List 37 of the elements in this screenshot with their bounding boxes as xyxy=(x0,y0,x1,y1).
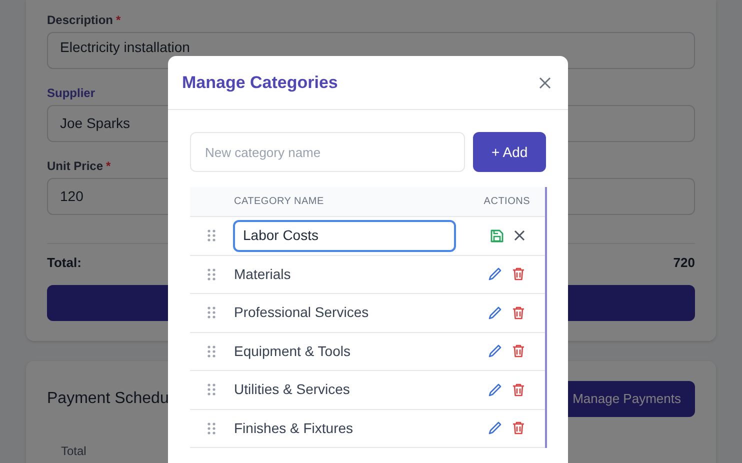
total-label: Total: xyxy=(47,254,82,272)
category-name-input[interactable]: New category name xyxy=(190,132,466,172)
field-label: Supplier xyxy=(47,85,96,101)
column-header: ACTIONS xyxy=(484,195,530,209)
drag-handle-icon[interactable] xyxy=(207,383,216,396)
trash-icon[interactable] xyxy=(512,306,525,320)
pencil-icon[interactable] xyxy=(488,421,502,436)
category-name: Utilities & Services xyxy=(233,380,351,400)
drag-handle-icon[interactable] xyxy=(207,268,216,281)
column-header: CATEGORY NAME xyxy=(234,195,325,209)
category-name: Professional Services xyxy=(233,303,370,322)
drag-handle-icon[interactable] xyxy=(207,422,216,435)
close-icon[interactable] xyxy=(538,76,552,90)
modal-title: Manage Categories xyxy=(182,72,338,94)
trash-icon[interactable] xyxy=(512,344,525,358)
drag-handle-icon[interactable] xyxy=(207,306,216,320)
save-icon[interactable] xyxy=(490,228,504,243)
trash-icon[interactable] xyxy=(512,382,525,397)
add-button[interactable]: + Add xyxy=(473,132,546,172)
pencil-icon[interactable] xyxy=(488,344,502,358)
category-name: Materials xyxy=(233,264,292,284)
total-value: 720 xyxy=(673,254,695,272)
pencil-icon[interactable] xyxy=(488,382,502,397)
category-name: Finishes & Fixtures xyxy=(233,418,354,438)
pencil-icon[interactable] xyxy=(488,267,502,282)
drag-handle-icon[interactable] xyxy=(207,229,216,242)
drag-handle-icon[interactable] xyxy=(207,344,216,358)
trash-icon[interactable] xyxy=(512,267,525,282)
field-label: Unit Price * xyxy=(47,158,112,174)
trash-icon[interactable] xyxy=(512,421,525,436)
close-icon[interactable] xyxy=(514,230,525,242)
pencil-icon[interactable] xyxy=(488,306,502,320)
section-title: Payment Schedu xyxy=(47,388,169,408)
category-edit-field[interactable]: Labor Costs xyxy=(233,220,456,252)
column-header: Total xyxy=(61,444,86,458)
category-name: Equipment & Tools xyxy=(233,342,352,361)
field-label: Description * xyxy=(47,12,122,28)
